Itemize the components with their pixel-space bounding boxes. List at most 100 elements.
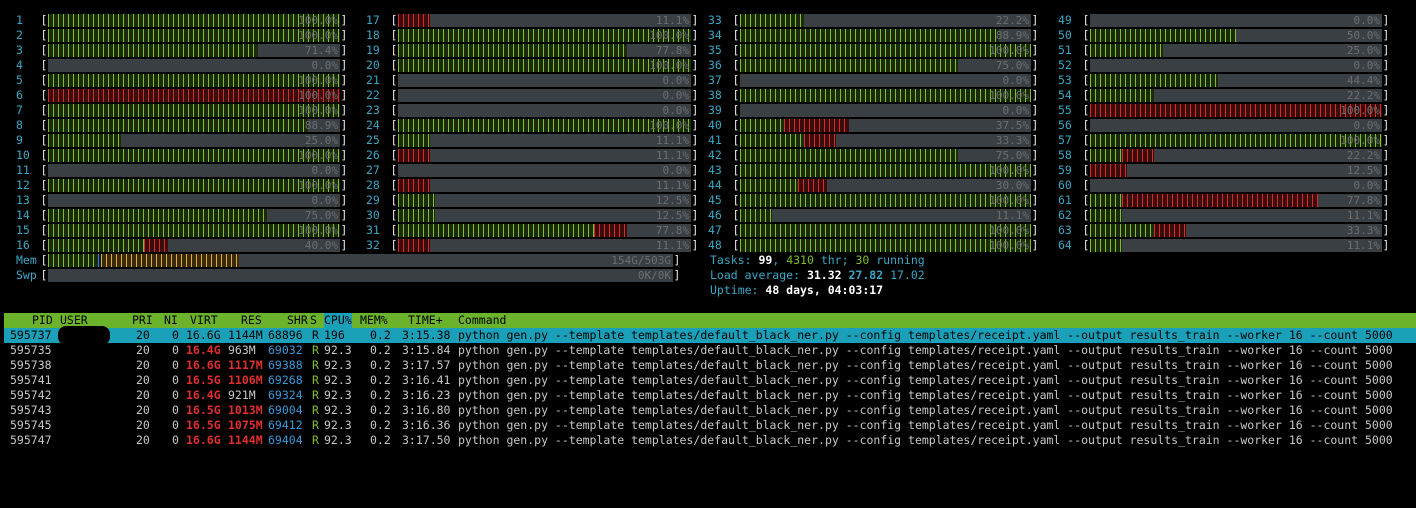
process-row[interactable]: 595742 20 0 16.4G 921M 69324 R 92.3 0.2 3:16.23 py… (4, 388, 1416, 403)
col-command[interactable]: Command (458, 313, 506, 328)
cpu-percent: 11.1% (655, 239, 689, 252)
cpu-number: 22 (366, 88, 380, 102)
bracket: ] (340, 73, 348, 87)
cpu-usage: 92.3 (324, 343, 352, 357)
running-label: running (869, 253, 925, 267)
cpu-meter-16: 16 [40.0%] (16, 238, 348, 253)
cpu-percent: 100.0% (989, 239, 1029, 252)
bracket: ] (1382, 88, 1390, 102)
cpu-number: 17 (366, 13, 380, 27)
col-pid[interactable]: PID (32, 313, 53, 328)
cpu-bar-normal (1090, 134, 1382, 147)
bracket: [ (40, 28, 48, 42)
virt: 16.6G (186, 328, 221, 342)
bracket: [ (390, 118, 398, 132)
cpu-number: 41 (708, 133, 722, 147)
cpu-meter-55: 55 [100.0%] (1058, 103, 1390, 118)
col-s[interactable]: S (310, 313, 317, 328)
cpu-bar-kernel (398, 239, 431, 252)
state: R (312, 373, 319, 387)
cpu-bar-normal (48, 119, 308, 132)
load-label: Load average: (710, 268, 807, 282)
bracket: [ (1082, 28, 1090, 42)
mem-usage: 0.2 (370, 373, 391, 387)
col-mem[interactable]: MEM% (360, 313, 388, 328)
process-row[interactable]: 595745 20 0 16.5G 1075M 69412 R 92.3 0.2 3:16.36 p… (4, 418, 1416, 433)
col-virt[interactable]: VIRT (190, 313, 218, 328)
bracket: [ (732, 193, 740, 207)
cpu-bar: 100.0% (1090, 104, 1382, 117)
cpu-bar: 11.1% (398, 149, 691, 162)
bracket: [ (40, 13, 48, 27)
bracket: [ (40, 118, 48, 132)
cpu-meter-11: 11 [0.0%] (16, 163, 348, 178)
bracket: ] (340, 178, 348, 192)
cpu-bar-normal (48, 209, 267, 222)
cpu-number: 62 (1058, 208, 1072, 222)
process-row[interactable]: 595743 20 0 16.5G 1013M 69004 R 92.3 0.2 3:16.80 p… (4, 403, 1416, 418)
cpu-meter-1: 1 [100.0%] (16, 13, 348, 28)
col-shr[interactable]: SHR (287, 313, 308, 328)
bracket: [ (390, 88, 398, 102)
cpu-meter-23: 23 [0.0%] (366, 103, 699, 118)
bracket: [ (40, 58, 48, 72)
cpu-percent: 77.8% (1346, 194, 1380, 207)
cpu-bar: 0.0% (398, 74, 691, 87)
process-row-selected[interactable]: 595737 20 0 16.6G 1144M 68896 R 196 0.2 3:15.38 py… (4, 328, 1416, 343)
cpu-time: 3:15.84 (402, 343, 451, 357)
process-table-header[interactable]: PID USER PRI NI VIRT RES SHR S CPU% MEM%… (4, 313, 1416, 328)
memory-bar: 154G/503G (48, 254, 673, 267)
cpu-bar: 0.0% (1090, 179, 1382, 192)
cpu-bar: 77.8% (1090, 194, 1382, 207)
bracket: [ (390, 43, 398, 57)
cpu-number: 54 (1058, 88, 1072, 102)
bracket: ] (1031, 178, 1039, 192)
bracket: ] (691, 28, 699, 42)
cpu-bar-normal (398, 119, 691, 132)
bracket: ] (340, 13, 348, 27)
cpu-bar: 0.0% (1090, 14, 1382, 27)
cpu-bar-kernel (398, 149, 431, 162)
virt: 16.5G (186, 373, 221, 387)
cpu-percent: 100.0% (989, 224, 1029, 237)
bracket: [ (40, 43, 48, 57)
cpu-bar-normal (1090, 239, 1123, 252)
process-row[interactable]: 595738 20 0 16.6G 1117M 69388 R 92.3 0.2 3:17.57 p… (4, 358, 1416, 373)
swap-value: 0K/0K (637, 269, 671, 282)
cpu-bar: 0.0% (1090, 59, 1382, 72)
bracket: [ (732, 88, 740, 102)
load-15: 17.02 (890, 268, 925, 282)
tasks-label: Tasks: (710, 253, 759, 267)
cpu-number: 60 (1058, 178, 1072, 192)
bracket: ] (691, 133, 699, 147)
col-time[interactable]: TIME+ (408, 313, 443, 328)
cpu-percent: 100.0% (298, 104, 338, 117)
cpu-percent: 37.5% (995, 119, 1029, 132)
load-average-line: Load average: 31.32 27.82 17.02 (710, 268, 925, 283)
cpu-meter-20: 20 [100.0%] (366, 58, 699, 73)
pid: 595741 (10, 373, 52, 387)
pid: 595742 (10, 388, 52, 402)
col-cpu[interactable]: CPU% (324, 313, 352, 328)
cpu-percent: 50.0% (1346, 29, 1380, 42)
process-row[interactable]: 595735 20 0 16.4G 963M 69032 R 92.3 0.2 3:15.84 py… (4, 343, 1416, 358)
res: 963M (228, 343, 256, 357)
cpu-bar: 100.0% (740, 194, 1031, 207)
col-pri[interactable]: PRI (132, 313, 153, 328)
cpu-meter-54: 54 [22.2%] (1058, 88, 1390, 103)
process-row[interactable]: 595741 20 0 16.5G 1106M 69268 R 92.3 0.2 3:16.41 p… (4, 373, 1416, 388)
cpu-percent: 100.0% (298, 179, 338, 192)
bracket: ] (1382, 133, 1390, 147)
col-ni[interactable]: NI (164, 313, 178, 328)
cpu-bar: 100.0% (48, 104, 340, 117)
cpu-number: 19 (366, 43, 380, 57)
cpu-bar-normal (48, 149, 340, 162)
cpu-bar-normal (48, 14, 340, 27)
col-res[interactable]: RES (241, 313, 262, 328)
cpu-bar: 22.2% (1090, 149, 1382, 162)
cpu-bar: 11.1% (740, 209, 1031, 222)
cpu-bar: 22.2% (1090, 89, 1382, 102)
bracket: [ (732, 118, 740, 132)
bracket: [ (732, 73, 740, 87)
cpu-bar: 25.0% (1090, 44, 1382, 57)
